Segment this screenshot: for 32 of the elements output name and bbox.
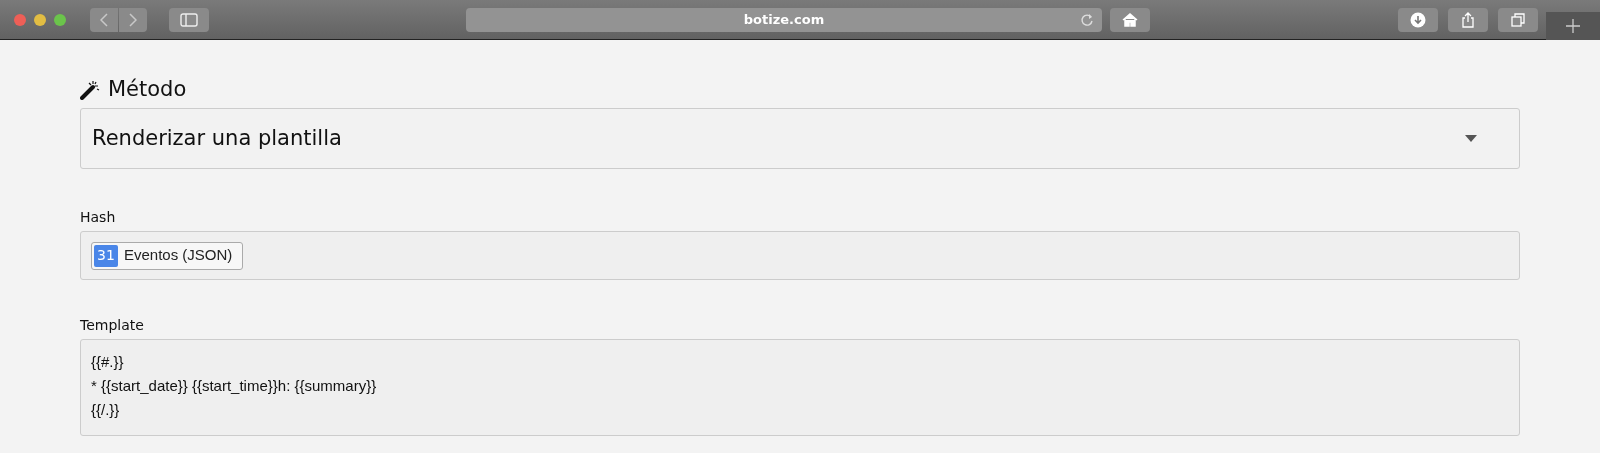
download-icon [1410,12,1426,28]
download-button[interactable] [1398,8,1438,32]
chevron-right-icon [129,12,137,27]
tabs-icon [1511,13,1525,27]
template-label: Template [80,316,145,333]
share-button[interactable] [1448,8,1488,32]
calendar-icon: 31 [94,244,118,267]
url-text: botize.com [743,11,825,30]
zoom-button[interactable] [54,13,66,26]
tag-text: Eventos (JSON) [124,245,233,266]
method-select[interactable]: Renderizar una plantilla [80,108,1520,169]
chevron-left-icon [100,12,108,27]
minimize-button[interactable] [34,13,46,26]
plus-icon [1566,19,1580,33]
forward-button[interactable] [119,7,147,32]
magic-wand-icon [80,80,100,100]
tabs-button[interactable] [1498,8,1538,32]
method-label: Método [108,76,187,104]
hash-tag[interactable]: 31 Eventos (JSON) [91,241,244,270]
home-button[interactable] [1110,8,1150,32]
share-icon [1461,12,1475,28]
back-button[interactable] [90,7,118,32]
reload-icon[interactable] [1080,13,1094,27]
dropdown-caret-icon [1465,135,1477,142]
new-tab-button[interactable] [1546,12,1600,40]
home-icon [1122,13,1138,27]
hash-label: Hash [80,208,117,225]
template-textarea[interactable]: {{#.}} * {{start_date}} {{start_time}}h: {{summary}} {{/.}} [80,339,1520,436]
hash-field[interactable]: 31 Eventos (JSON) [80,231,1520,280]
close-button[interactable] [14,13,26,26]
sidebar-button[interactable] [169,7,209,32]
sidebar-icon [180,12,198,27]
